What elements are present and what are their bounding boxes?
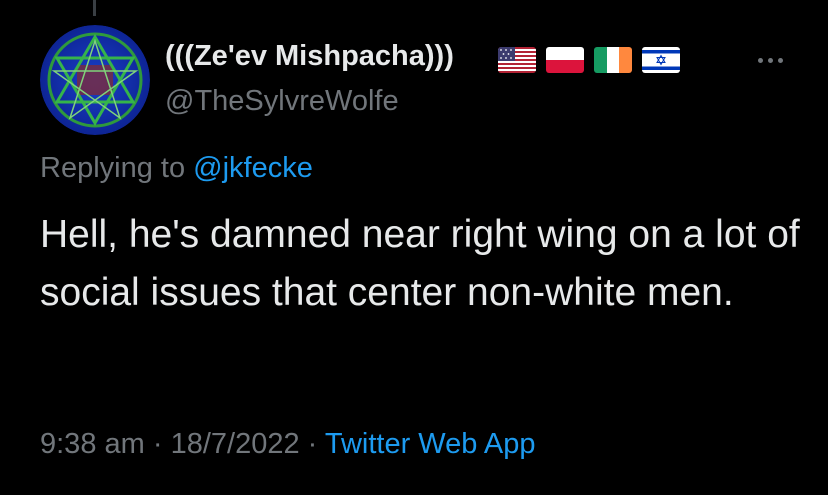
more-dot [757,57,763,63]
thread-line [93,0,96,16]
ireland-flag-icon [594,47,632,73]
poland-flag-icon [546,47,584,73]
tweet-text: Hell, he's damned near right wing on a l… [40,213,800,314]
author-flags [498,46,680,74]
israel-flag-icon [642,47,680,73]
tweet-metadata: 9:38 am · 18/7/2022 · Twitter Web App [40,428,535,461]
tweet-time[interactable]: 9:38 am [40,428,145,460]
tweet-date[interactable]: 18/7/2022 [171,428,300,460]
avatar[interactable] [40,25,150,135]
replying-label: Replying to [40,152,194,184]
more-dot [777,57,783,63]
tweet-source-link[interactable]: Twitter Web App [325,428,536,460]
author-handle[interactable]: @TheSylvreWolfe [165,85,399,118]
meta-separator: · [144,428,171,460]
author-display-name[interactable]: (((Ze'ev Mishpacha))) [165,40,454,73]
us-flag-icon [498,47,536,73]
avatar-image-icon [40,25,150,135]
replying-to: Replying to @jkfecke [40,152,313,185]
more-options-icon[interactable] [752,52,788,68]
meta-separator: · [299,428,325,460]
more-dot [767,57,773,63]
reply-mention-link[interactable]: @jkfecke [193,152,313,184]
